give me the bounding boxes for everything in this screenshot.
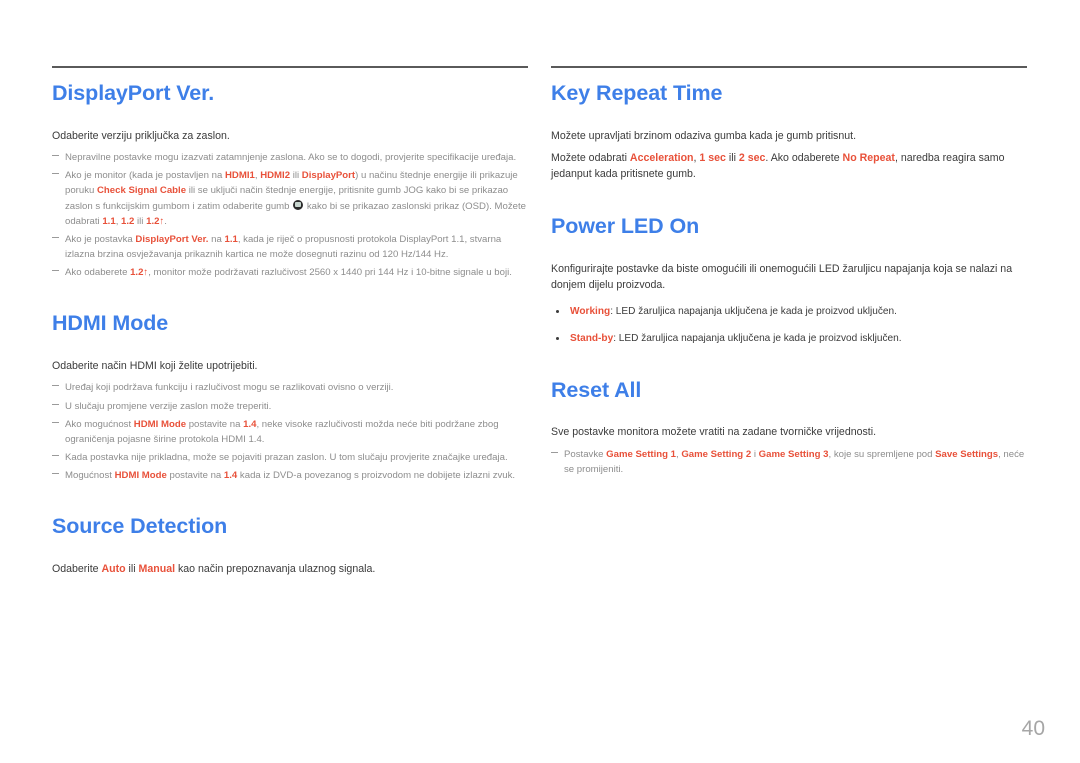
left-sections-container: DisplayPort Ver. Odaberite verziju priklj… — [52, 81, 528, 577]
highlighted-term: No Repeat — [842, 152, 895, 165]
note-item: U slučaju promjene verzije zaslon može t… — [52, 399, 528, 414]
section-lead-text: Odaberite verziju priključka za zaslon. — [52, 129, 230, 142]
highlighted-term: Manual — [138, 562, 176, 575]
note-item: Nepravilne postavke mogu izazvati zatamn… — [52, 150, 528, 165]
section-lead-text: Konfigurirajte postavke da biste omogući… — [551, 262, 1013, 291]
section-heading: Key Repeat Time — [551, 81, 723, 105]
list-item: Stand-by: LED žaruljica napajanja uključ… — [551, 331, 1027, 347]
highlighted-term: 1.1 — [102, 215, 116, 227]
highlighted-term: Game Setting 2 — [681, 448, 752, 460]
note-item: Ako odaberete 1.2↑, monitor može podržav… — [52, 265, 528, 280]
highlighted-term: Working — [570, 306, 611, 318]
section-heading: DisplayPort Ver. — [52, 81, 215, 105]
highlighted-term: 2 sec — [738, 152, 766, 165]
highlighted-term: 1 sec — [699, 152, 726, 165]
highlighted-term: Game Setting 3 — [758, 448, 829, 460]
column-top-rule — [52, 66, 528, 68]
highlighted-term: 1.4 — [223, 470, 238, 482]
highlighted-term: Acceleration — [629, 152, 694, 165]
highlighted-term: 1.2↑ — [130, 267, 149, 279]
highlighted-term: Auto — [101, 562, 126, 575]
content-section: HDMI Mode Odaberite način HDMI koji želit… — [52, 312, 528, 483]
page-number: 40 — [1021, 717, 1045, 740]
section-heading: Power LED On — [551, 213, 700, 238]
section-lead-text: Odaberite Auto ili Manual kao način prep… — [52, 562, 376, 575]
section-lead-text: Možete upravljati brzinom odaziva gumba … — [551, 129, 857, 142]
highlighted-term: 1.2 — [121, 215, 135, 227]
content-section: Source Detection Odaberite Auto ili Manua… — [52, 515, 528, 577]
highlighted-term: Game Setting 1 — [606, 448, 676, 460]
highlighted-term: HDMI Mode — [133, 418, 187, 430]
section-lead-text: Sve postavke monitora možete vratiti na … — [551, 426, 877, 439]
content-section: Key Repeat Time Možete upravljati brzinom… — [551, 81, 1027, 183]
highlighted-term: Stand-by — [570, 332, 614, 344]
note-item: Ako je postavka DisplayPort Ver. na 1.1,… — [52, 232, 528, 262]
section-heading: Reset All — [551, 377, 642, 402]
right-sections-container: Key Repeat Time Možete upravljati brzinom… — [551, 81, 1027, 477]
bullet-list: Working: LED žaruljica napajanja uključe… — [551, 304, 1027, 346]
note-list: Uređaj koji podržava funkciju i razlučiv… — [52, 380, 528, 483]
highlighted-term: Save Settings — [935, 448, 999, 460]
note-item: Uređaj koji podržava funkciju i razlučiv… — [52, 380, 528, 395]
column-top-rule — [551, 66, 1027, 68]
content-section: DisplayPort Ver. Odaberite verziju priklj… — [52, 81, 528, 280]
content-section: Power LED On Konfigurirajte postavke da b… — [551, 213, 1027, 347]
highlighted-term: HDMI Mode — [114, 470, 167, 482]
note-item: Kada postavka nije prikladna, može se po… — [52, 450, 528, 465]
highlighted-term: DisplayPort Ver. — [135, 233, 209, 245]
list-item: Working: LED žaruljica napajanja uključe… — [551, 304, 1027, 320]
section-heading: HDMI Mode — [52, 311, 169, 336]
note-item: Ako je monitor (kada je postavljen na HD… — [52, 168, 528, 229]
section-heading: Source Detection — [52, 514, 228, 539]
highlighted-term: HDMI2 — [260, 170, 291, 182]
note-item: Ako mogućnost HDMI Mode postavite na 1.4… — [52, 417, 528, 447]
highlighted-term: HDMI1 — [224, 170, 255, 182]
highlighted-term: 1.4 — [243, 418, 257, 430]
section-lead-text: Odaberite način HDMI koji želite upotrij… — [52, 359, 258, 372]
highlighted-term: DisplayPort — [301, 170, 356, 182]
highlighted-term: Check Signal Cable — [97, 185, 187, 197]
note-list: Nepravilne postavke mogu izazvati zatamn… — [52, 150, 528, 280]
highlighted-term: 1.2↑ — [146, 215, 165, 227]
content-section: Reset All Sve postavke monitora možete vr… — [551, 377, 1027, 477]
note-item: Mogućnost HDMI Mode postavite na 1.4 kad… — [52, 468, 528, 483]
right-column: Key Repeat Time Možete upravljati brzinom… — [551, 66, 1027, 583]
highlighted-term: 1.1 — [224, 233, 238, 245]
note-item: Postavke Game Setting 1, Game Setting 2 … — [551, 447, 1027, 477]
two-column-layout: DisplayPort Ver. Odaberite verziju priklj… — [0, 66, 1080, 583]
left-column: DisplayPort Ver. Odaberite verziju priklj… — [52, 66, 528, 583]
section-lead-text-secondary: Možete odabrati Acceleration, 1 sec ili … — [551, 152, 1005, 181]
document-page: DisplayPort Ver. Odaberite verziju priklj… — [0, 0, 1080, 763]
note-list: Postavke Game Setting 1, Game Setting 2 … — [551, 447, 1027, 477]
jog-osd-button-icon — [293, 199, 304, 210]
